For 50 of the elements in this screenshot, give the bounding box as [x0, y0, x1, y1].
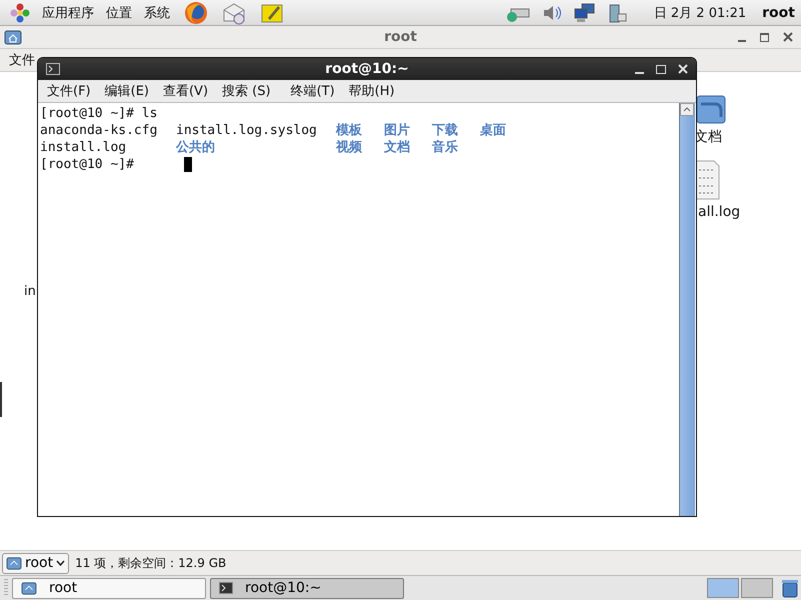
scrollbar[interactable] — [679, 103, 695, 516]
menu-item[interactable]: 编辑(E) — [104, 82, 149, 100]
terminal-text: 公共的 — [176, 139, 216, 156]
text-file-icon[interactable] — [696, 160, 720, 200]
window-title: root — [383, 29, 418, 45]
terminal-text: install.log.syslog — [176, 122, 318, 139]
text-cursor — [184, 157, 192, 172]
user-name[interactable]: root — [762, 4, 795, 20]
flower-icon[interactable] — [10, 2, 30, 22]
menu-item[interactable]: 终端(T) — [290, 82, 335, 100]
terminal-text: 下载 — [432, 122, 459, 139]
terminal-text: install.log — [40, 139, 128, 156]
maximize-icon[interactable] — [760, 32, 769, 42]
menu-item[interactable]: 文件 — [9, 51, 35, 69]
terminal-text: [root@10 ~]# — [40, 156, 135, 173]
globe-browser-icon[interactable] — [184, 0, 208, 24]
panel-menu[interactable]: 应用程序 — [42, 4, 94, 22]
scroll-up-icon[interactable] — [680, 103, 694, 116]
terminal-text: 桌面 — [480, 122, 507, 139]
terminal-icon — [219, 582, 233, 594]
clock[interactable]: 日 2月 2 01:21 — [654, 4, 746, 22]
network-icon[interactable] — [574, 2, 596, 22]
notepad-icon[interactable] — [260, 2, 284, 24]
terminal-text: 音乐 — [432, 139, 459, 156]
window-title: root@10:~ — [324, 61, 410, 77]
menu-item[interactable]: 帮助(H) — [348, 82, 395, 100]
speaker-icon[interactable] — [542, 4, 562, 22]
taskbar-button[interactable]: root@10:~ — [210, 578, 404, 598]
terminal-text: 图片 — [384, 122, 411, 139]
location-dropdown[interactable]: root — [2, 552, 70, 574]
mail-clock-icon[interactable] — [222, 0, 246, 24]
caret-icon — [56, 560, 66, 566]
terminal-text: 文档 — [384, 139, 411, 156]
menu-item[interactable]: 搜索 (S) — [222, 82, 271, 100]
close-icon[interactable] — [783, 32, 793, 42]
panel-menu[interactable]: 系统 — [144, 4, 170, 22]
taskbar-button[interactable]: root — [12, 578, 206, 598]
menu-item[interactable]: 文件(F) — [47, 82, 91, 100]
terminal-icon — [46, 63, 60, 75]
terminal-text: anaconda-ks.cfg — [40, 122, 158, 139]
terminal-text: 视频 — [336, 139, 363, 156]
terminal-text: [root@10 ~]# ls — [40, 105, 158, 122]
file-label[interactable]: all.log — [698, 204, 740, 220]
status-text: 11 项，剩余空间：12.9 GB — [75, 554, 226, 572]
panel-menu[interactable]: 位置 — [106, 4, 132, 22]
file-label: in — [24, 284, 36, 299]
menu-item[interactable]: 查看(V) — [162, 82, 208, 100]
workspace-switcher[interactable] — [707, 578, 773, 598]
trash-icon[interactable] — [781, 578, 799, 598]
terminal-text: 模板 — [336, 122, 363, 139]
